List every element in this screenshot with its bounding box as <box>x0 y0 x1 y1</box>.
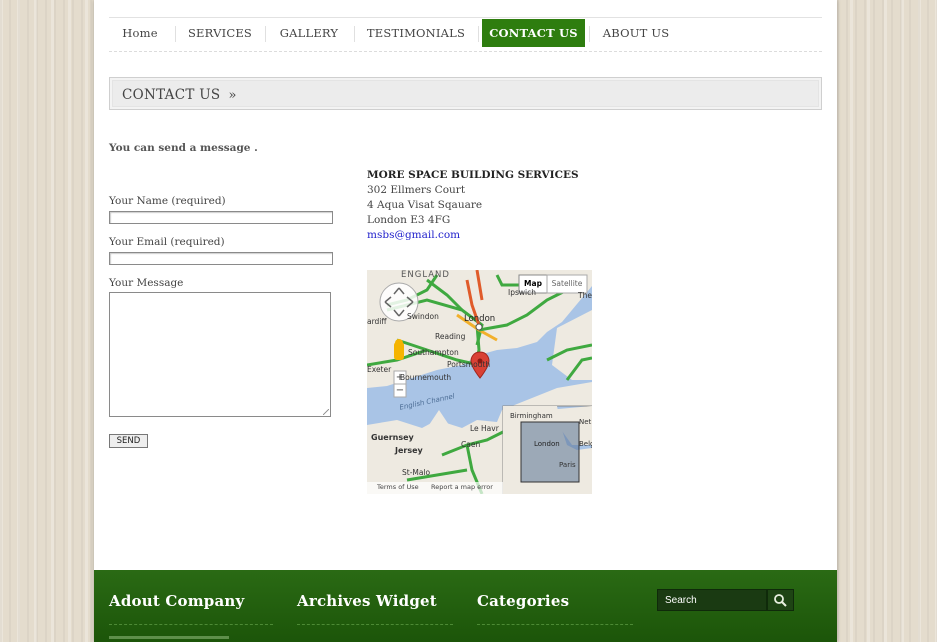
map-label-caen: Caen <box>461 440 481 449</box>
nav-home[interactable]: Home <box>117 19 163 47</box>
footer-text-snippet <box>109 636 229 639</box>
map-label-reading: Reading <box>435 332 466 341</box>
map-label-exeter: Exeter <box>367 365 392 374</box>
nav-contact-us[interactable]: CONTACT US <box>482 19 585 47</box>
footer-categories-title: Categories <box>477 592 570 610</box>
zoom-out-button[interactable]: − <box>394 384 406 397</box>
page-title: CONTACT US» <box>122 87 237 103</box>
google-map[interactable]: ENGLAND Ipswich ardiff Swindon London Re… <box>367 270 592 494</box>
map-label-southampton: Southampton <box>408 348 459 357</box>
map-label-portsmouth: Portsmouth <box>447 360 491 369</box>
footer-about-title: Adout Company <box>109 592 245 610</box>
name-label: Your Name (required) <box>109 195 226 207</box>
intro-text: You can send a message . <box>109 142 258 154</box>
send-button[interactable]: SEND <box>109 434 148 448</box>
page-title-box: CONTACT US» <box>109 77 822 110</box>
search-icon <box>774 594 787 607</box>
nav-gallery[interactable]: GALLERY <box>277 19 341 47</box>
message-label: Your Message <box>109 277 184 289</box>
zoom-in-button[interactable]: + <box>394 371 406 384</box>
nav-services[interactable]: SERVICES <box>187 19 253 47</box>
email-label: Your Email (required) <box>109 236 225 248</box>
map-label-london: London <box>464 314 496 324</box>
email-input[interactable] <box>109 252 333 265</box>
company-name: MORE SPACE BUILDING SERVICES <box>367 169 579 181</box>
map-report-error-link[interactable]: Report a map error <box>431 483 493 491</box>
map-label-stmalo: St-Malo <box>402 468 431 477</box>
footer-search-button[interactable] <box>767 589 794 611</box>
map-label-cardiff: ardiff <box>367 317 387 326</box>
nav-testimonials[interactable]: TESTIMONIALS <box>366 19 466 47</box>
email-link[interactable]: msbs@gmail.com <box>367 229 460 241</box>
map-label-bournemouth: Bournemouth <box>400 373 452 382</box>
nav-about-us[interactable]: ABOUT US <box>601 19 671 47</box>
map-label-jersey: Jersey <box>395 446 423 455</box>
footer: Adout Company Archives Widget Categories… <box>94 570 837 642</box>
map-terms-link[interactable]: Terms of Use <box>377 483 419 491</box>
footer-archives-title: Archives Widget <box>297 592 437 610</box>
message-textarea[interactable] <box>109 292 331 417</box>
page-container: Home SERVICES GALLERY TESTIMONIALS CONTA… <box>94 0 837 642</box>
inset-label-net: Net <box>579 418 592 426</box>
address-line-2: 4 Aqua Visat Sqauare <box>367 199 483 211</box>
main-navigation: Home SERVICES GALLERY TESTIMONIALS CONTA… <box>109 17 822 52</box>
address-line-1: 302 Ellmers Court <box>367 184 466 196</box>
inset-label-birmingham: Birmingham <box>510 412 553 420</box>
map-label-guernsey: Guernsey <box>371 433 414 442</box>
resize-handle-icon[interactable] <box>323 409 329 415</box>
title-arrow-icon: » <box>228 88 237 103</box>
map-label-swindon: Swindon <box>407 312 439 321</box>
inset-label-belgi: Belgi <box>579 440 592 448</box>
map-type-map-button[interactable]: Map <box>519 275 547 293</box>
map-type-satellite-button[interactable]: Satellite <box>547 275 587 293</box>
inset-label-london: London <box>534 440 560 448</box>
map-label-lehavre: Le Havr <box>470 424 499 433</box>
map-label-england: ENGLAND <box>401 270 450 280</box>
inset-label-paris: Paris <box>559 461 576 469</box>
name-input[interactable] <box>109 211 333 224</box>
footer-search-input[interactable]: Search <box>657 589 767 611</box>
address-line-3: London E3 4FG <box>367 214 451 226</box>
